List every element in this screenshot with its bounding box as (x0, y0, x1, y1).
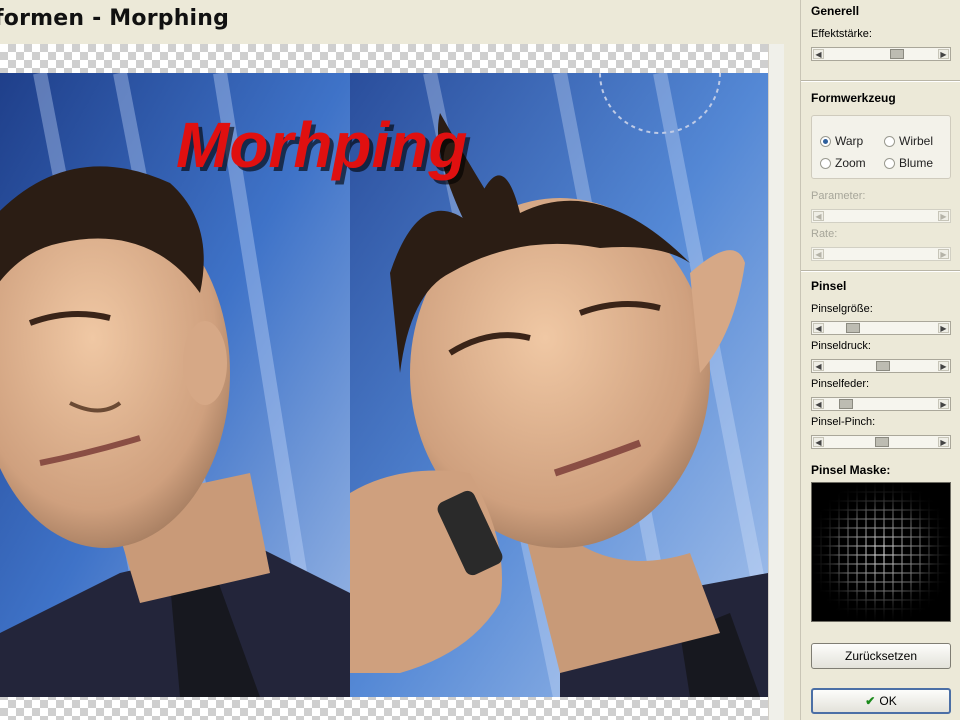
radio-unselected-icon (884, 136, 895, 147)
panel-gap (784, 0, 792, 720)
slider-right-arrow-icon[interactable]: ▶ (938, 399, 949, 409)
tool-radio-group: Warp Wirbel Zoom Blume (811, 115, 951, 179)
slider-right-arrow-icon: ▶ (938, 211, 949, 221)
slider-left-arrow-icon: ◀ (813, 249, 824, 259)
pinseldruck-label: Pinseldruck: (811, 340, 871, 352)
pinselgroesse-slider[interactable]: ◀ ▶ (811, 321, 951, 335)
section-divider (801, 80, 960, 82)
slider-right-arrow-icon[interactable]: ▶ (938, 323, 949, 333)
slider-left-arrow-icon[interactable]: ◀ (813, 323, 824, 333)
slider-left-arrow-icon[interactable]: ◀ (813, 361, 824, 371)
rate-label: Rate: (811, 228, 838, 240)
settings-panel: Generell Effektstärke: ◀ ▶ Formwerkzeug … (800, 0, 960, 720)
section-title-pinsel: Pinsel (811, 279, 847, 293)
radio-unselected-icon (884, 158, 895, 169)
radio-selected-icon (820, 136, 831, 147)
pinseldruck-slider-thumb[interactable] (876, 361, 890, 371)
pinselfeder-slider-thumb[interactable] (839, 399, 853, 409)
slider-right-arrow-icon: ▶ (938, 249, 949, 259)
parameter-slider: ◀ ▶ (811, 209, 951, 223)
effektstaerke-slider[interactable]: ◀ ▶ (811, 47, 951, 61)
rate-slider: ◀ ▶ (811, 247, 951, 261)
pinselgroesse-label: Pinselgröße: (811, 303, 873, 315)
vertical-scrollbar[interactable] (768, 44, 785, 720)
pinselfeder-slider[interactable]: ◀ ▶ (811, 397, 951, 411)
pinselgroesse-slider-thumb[interactable] (846, 323, 860, 333)
slider-left-arrow-icon[interactable]: ◀ (813, 49, 824, 59)
photo-illustration: Morhping Morhping (0, 73, 768, 697)
slider-left-arrow-icon: ◀ (813, 211, 824, 221)
section-title-generell: Generell (811, 4, 860, 18)
section-divider (801, 270, 960, 272)
ok-button[interactable]: ✔ OK (811, 688, 951, 714)
pinsel-pinch-slider[interactable]: ◀ ▶ (811, 435, 951, 449)
brush-mask-grid-icon (812, 483, 950, 621)
parameter-label: Parameter: (811, 190, 866, 202)
slider-right-arrow-icon[interactable]: ▶ (938, 49, 949, 59)
brush-mask-preview (811, 482, 951, 622)
slider-right-arrow-icon[interactable]: ▶ (938, 361, 949, 371)
radio-warp[interactable]: Warp (820, 134, 863, 148)
slider-left-arrow-icon[interactable]: ◀ (813, 437, 824, 447)
pinseldruck-slider[interactable]: ◀ ▶ (811, 359, 951, 373)
section-title-formwerkzeug: Formwerkzeug (811, 91, 896, 105)
slider-left-arrow-icon[interactable]: ◀ (813, 399, 824, 409)
effektstaerke-slider-thumb[interactable] (890, 49, 904, 59)
window-title: formen - Morphing (0, 6, 230, 31)
morph-photo[interactable]: Morhping Morhping (0, 73, 768, 697)
radio-zoom[interactable]: Zoom (820, 156, 866, 170)
pinsel-pinch-label: Pinsel-Pinch: (811, 416, 876, 428)
pinselfeder-label: Pinselfeder: (811, 378, 870, 390)
radio-unselected-icon (820, 158, 831, 169)
slider-right-arrow-icon[interactable]: ▶ (938, 437, 949, 447)
title-bar: formen - Morphing (0, 0, 790, 44)
checkmark-icon: ✔ (865, 694, 876, 708)
section-title-pinsel-maske: Pinsel Maske: (811, 463, 891, 477)
reset-button[interactable]: Zurücksetzen (811, 643, 951, 669)
overlay-text: Morhping (176, 109, 467, 181)
pinsel-pinch-slider-thumb[interactable] (875, 437, 889, 447)
effektstaerke-label: Effektstärke: (811, 28, 872, 40)
image-canvas[interactable]: Morhping Morhping (0, 44, 768, 720)
radio-blume[interactable]: Blume (884, 156, 933, 170)
radio-wirbel[interactable]: Wirbel (884, 134, 933, 148)
